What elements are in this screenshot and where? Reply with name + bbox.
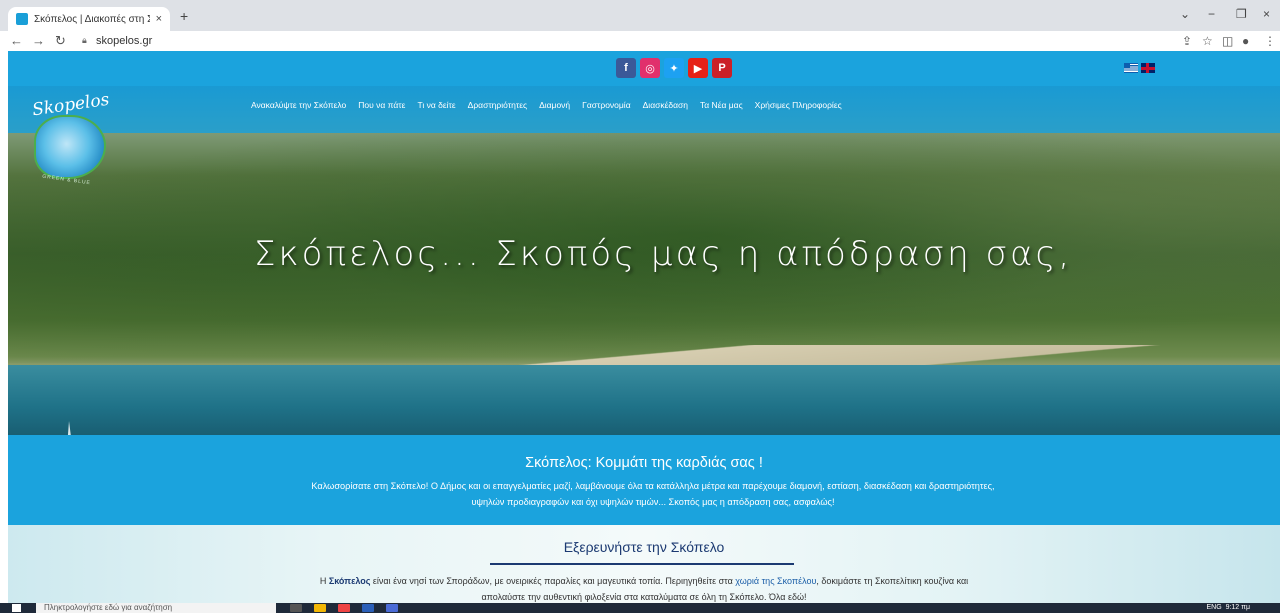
windows-start-icon[interactable] xyxy=(12,604,21,612)
lock-icon[interactable]: 🔒︎ xyxy=(82,35,87,46)
nav-item-4[interactable]: Δραστηριότητες xyxy=(468,100,527,110)
tab-search-icon[interactable]: ⌄ xyxy=(1180,7,1190,21)
site-favicon-icon xyxy=(16,13,28,25)
welcome-title: Σκόπελος: Κομμάτι της καρδιάς σας ! xyxy=(525,455,763,471)
hero-sea xyxy=(8,365,1280,435)
sailboat-icon xyxy=(66,421,74,435)
nav-menu: Ανακαλύψτε την Σκόπελο Που να πάτε Τι να δ… xyxy=(251,100,842,110)
nav-item-8[interactable]: Τα Νέα μας xyxy=(700,100,743,110)
intro-mid: είναι ένα νησί των Σποράδων, με ονειρικέ… xyxy=(370,576,736,586)
twitter-icon[interactable]: ✦ xyxy=(664,58,684,78)
hero-slogan: Σκόπελος... Σκοπός μας η απόδραση σας, xyxy=(254,234,1073,274)
nav-item-6[interactable]: Γαστρονομία xyxy=(582,100,630,110)
tray-language[interactable]: ENG xyxy=(1207,604,1222,611)
share-icon[interactable]: ⇪ xyxy=(1182,34,1192,48)
web-page: f ◎ ✦ ▶ P Ανακαλύψτε την Σκόπελο Που να πάτε Τ… xyxy=(8,51,1280,603)
intro-prefix: Η xyxy=(319,576,329,586)
tray-clock[interactable]: 9:12 πμ xyxy=(1226,604,1250,611)
back-icon[interactable]: ← xyxy=(10,33,23,48)
site-logo[interactable]: Skopelos GREEN & BLUE xyxy=(28,81,114,201)
nav-item-9[interactable]: Χρήσιμες Πληροφορίες xyxy=(755,100,842,110)
language-switcher xyxy=(1124,63,1155,73)
forward-icon[interactable]: → xyxy=(32,33,45,48)
restore-button[interactable]: ❐ xyxy=(1236,7,1247,21)
system-tray[interactable]: ENG 9:12 πμ xyxy=(1207,603,1251,613)
minimize-button[interactable]: − xyxy=(1208,7,1215,21)
island-shape-icon xyxy=(34,115,106,179)
close-window-button[interactable]: × xyxy=(1263,7,1270,21)
profile-icon[interactable]: ● xyxy=(1242,34,1249,48)
side-panel-icon[interactable]: ◫ xyxy=(1222,34,1233,48)
explore-text: Η Σκόπελος είναι ένα νησί των Σποράδων, … xyxy=(298,573,990,603)
bookmark-star-icon[interactable]: ☆ xyxy=(1202,34,1213,48)
windows-taskbar: Πληκτρολογήστε εδώ για αναζήτηση ENG 9:1… xyxy=(0,603,1280,613)
close-tab-icon[interactable]: × xyxy=(156,13,162,25)
nav-item-7[interactable]: Διασκέδαση xyxy=(643,100,688,110)
explore-title: Εξερευνήστε την Σκόπελο xyxy=(563,539,725,555)
instagram-icon[interactable]: ◎ xyxy=(640,58,660,78)
hero-banner: Σκόπελος... Σκοπός μας η απόδραση σας, xyxy=(8,133,1280,435)
intro-bold: Σκόπελος xyxy=(328,576,371,586)
english-flag-icon[interactable] xyxy=(1141,63,1155,73)
url-field[interactable]: skopelos.gr xyxy=(96,35,152,47)
file-explorer-icon[interactable] xyxy=(314,604,326,612)
new-tab-button[interactable]: + xyxy=(180,8,188,24)
nav-item-3[interactable]: Τι να δείτε xyxy=(417,100,455,110)
nav-item-2[interactable]: Που να πάτε xyxy=(358,100,405,110)
task-view-icon[interactable] xyxy=(290,604,302,612)
facebook-icon[interactable]: f xyxy=(616,58,636,78)
chrome-icon[interactable] xyxy=(338,604,350,612)
villages-link[interactable]: χωριά της Σκοπέλου xyxy=(735,576,816,586)
nav-item-1[interactable]: Ανακαλύψτε την Σκόπελο xyxy=(251,100,346,110)
browser-tab[interactable]: Σκόπελος | Διακοπές στη Σκόπε... × xyxy=(8,7,170,31)
social-links: f ◎ ✦ ▶ P xyxy=(616,58,732,78)
pinterest-icon[interactable]: P xyxy=(712,58,732,78)
nav-item-5[interactable]: Διαμονή xyxy=(539,100,570,110)
menu-dots-icon[interactable]: ⋮ xyxy=(1264,34,1276,48)
welcome-text: Καλωσορίσατε στη Σκόπελο! Ο Δήμος και οι… xyxy=(311,481,995,507)
tab-title: Σκόπελος | Διακοπές στη Σκόπε... xyxy=(34,13,150,25)
welcome-section: Σκόπελος: Κομμάτι της καρδιάς σας ! Καλω… xyxy=(8,435,1280,525)
word-icon[interactable] xyxy=(362,604,374,612)
browser-tab-bar: Σκόπελος | Διακοπές στη Σκόπε... × + ⌄ −… xyxy=(0,0,1280,31)
address-bar-row: ← → ↻ 🔒︎ skopelos.gr ⇪ ☆ ◫ ● ⋮ xyxy=(0,31,1280,51)
main-navigation: Ανακαλύψτε την Σκόπελο Που να πάτε Τι να δ… xyxy=(8,86,1280,133)
youtube-icon[interactable]: ▶ xyxy=(688,58,708,78)
social-bar: f ◎ ✦ ▶ P xyxy=(8,51,1280,86)
title-divider xyxy=(490,563,794,565)
taskbar-search[interactable]: Πληκτρολογήστε εδώ για αναζήτηση xyxy=(36,603,276,613)
reload-icon[interactable]: ↻ xyxy=(55,33,66,49)
greek-flag-icon[interactable] xyxy=(1124,63,1138,73)
zoom-icon[interactable] xyxy=(386,604,398,612)
explore-section: Εξερευνήστε την Σκόπελο Η Σκόπελος είναι… xyxy=(8,525,1280,603)
